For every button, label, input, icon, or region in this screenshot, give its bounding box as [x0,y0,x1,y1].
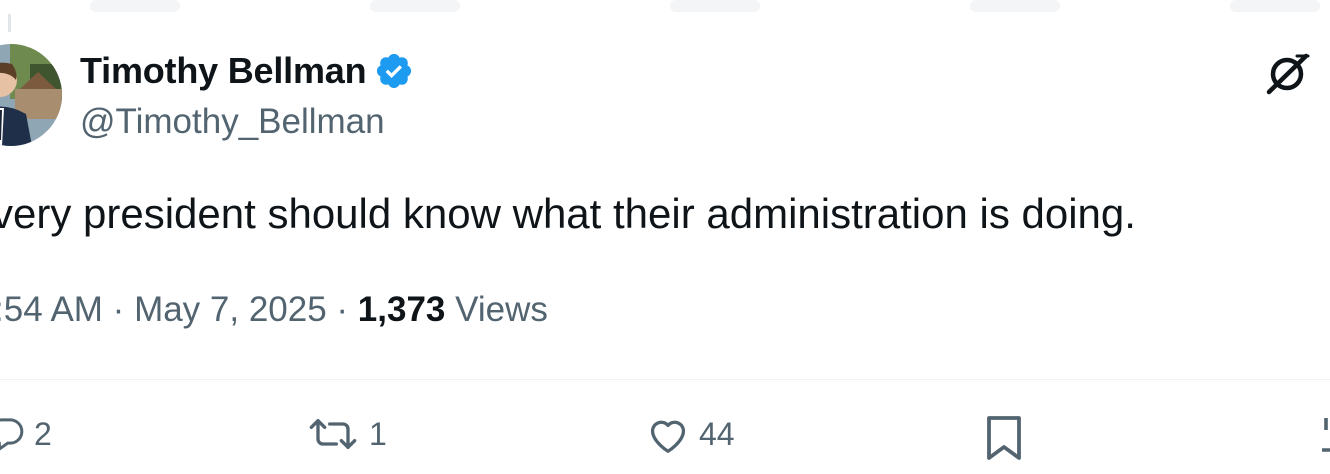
reply-count: 2 [34,415,52,452]
author-handle[interactable]: @Timothy_Bellman [80,102,385,142]
views-count: 1,373 [357,290,446,329]
author-name-row[interactable]: Timothy Bellman [80,50,414,92]
separator: · [102,290,135,329]
repost-icon [305,414,361,454]
share-button[interactable] [1318,414,1330,454]
reply-icon [0,414,26,454]
views-label: Views [445,290,548,329]
repost-count: 1 [369,415,387,452]
previous-content-edge [0,0,1330,32]
like-button[interactable]: 44 [645,414,735,454]
verified-badge-icon[interactable] [374,51,414,91]
heart-icon [645,414,691,454]
grok-icon[interactable] [1264,50,1310,96]
author-display-name[interactable]: Timothy Bellman [80,50,367,92]
repost-button[interactable]: 1 [305,414,387,454]
share-icon [1318,414,1330,454]
separator: · [326,290,358,329]
tweet-date[interactable]: May 7, 2025 [134,290,327,329]
divider [0,379,1330,380]
bookmark-button[interactable] [984,414,1024,462]
tweet-metadata: :54 AM · May 7, 2025 · 1,373 Views [0,290,548,330]
tweet-text: very president should know what their ad… [0,190,1136,237]
tweet-time[interactable]: :54 AM [0,290,103,329]
bookmark-icon [984,414,1024,462]
like-count: 44 [699,415,735,452]
reply-button[interactable]: 2 [0,414,52,454]
avatar[interactable] [0,44,62,146]
